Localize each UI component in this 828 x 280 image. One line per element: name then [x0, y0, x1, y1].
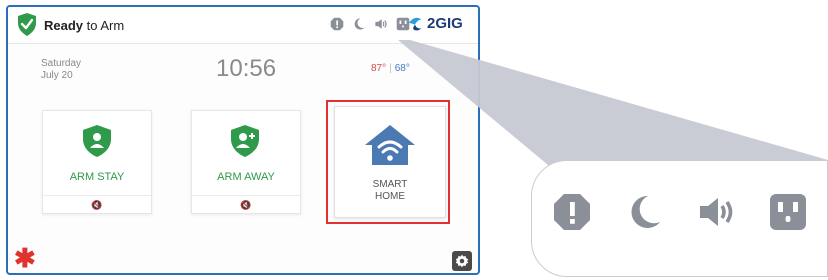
outlet-icon[interactable] [768, 192, 808, 232]
alert-icon[interactable] [552, 192, 592, 232]
speaker-icon[interactable] [696, 192, 736, 232]
zoomed-status-icons [531, 160, 828, 277]
zoomed-icon-row [552, 192, 808, 232]
moon-icon[interactable] [624, 192, 664, 232]
